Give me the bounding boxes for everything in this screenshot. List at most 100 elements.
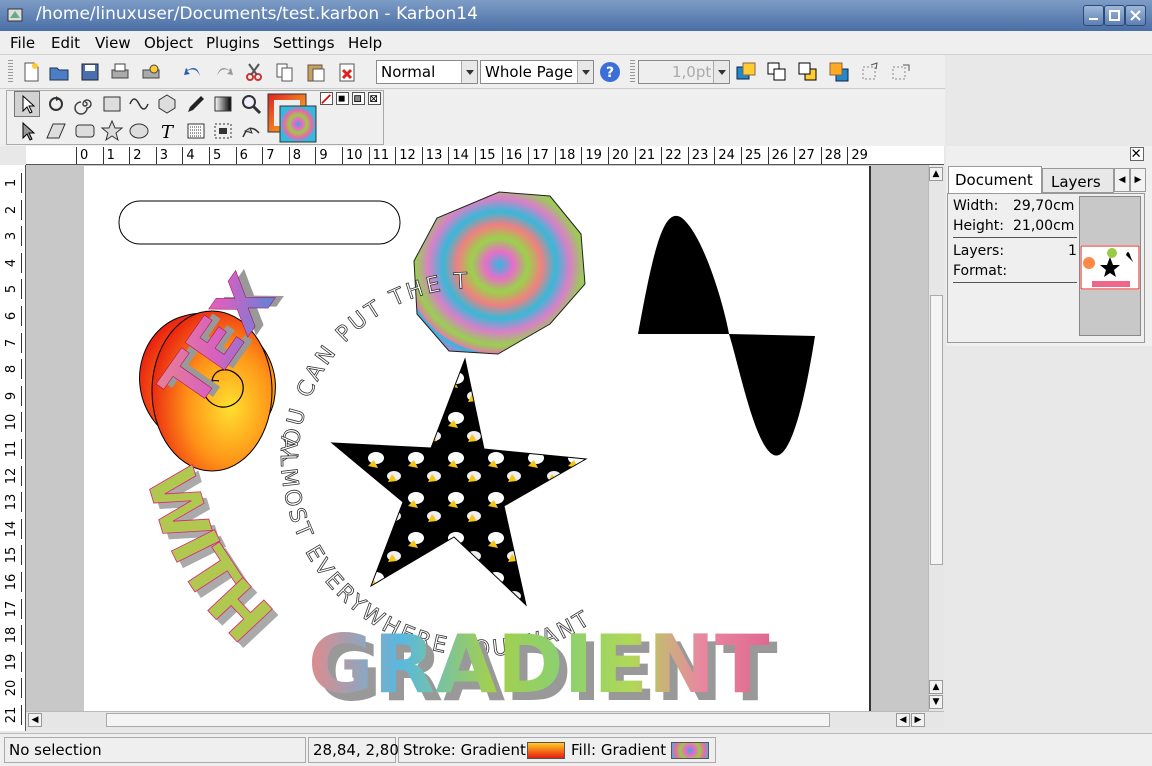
- pattern-tool-icon[interactable]: [183, 118, 209, 144]
- bezier-tool-icon[interactable]: [238, 118, 264, 144]
- tab-scroll-left-icon[interactable]: ◀: [1114, 168, 1130, 192]
- close-docker-icon[interactable]: [1130, 147, 1144, 161]
- help-icon[interactable]: ?: [599, 61, 621, 83]
- horizontal-scroll-thumb[interactable]: [106, 713, 830, 727]
- scroll-right-icon[interactable]: ▶: [911, 713, 925, 727]
- scroll-down-icon[interactable]: ▼: [929, 695, 943, 709]
- copy-icon[interactable]: [274, 61, 296, 83]
- patterned-star-shape[interactable]: [330, 357, 588, 607]
- sine-wave-top-shape[interactable]: [638, 215, 729, 334]
- shear-tool-icon[interactable]: [43, 118, 69, 144]
- stroke-gradient-swatch[interactable]: [527, 742, 565, 759]
- selection-status: No selection: [4, 737, 306, 763]
- zoom-tool-icon[interactable]: [238, 91, 264, 117]
- close-button[interactable]: [1125, 5, 1146, 26]
- lower-icon[interactable]: [797, 61, 819, 83]
- title-bar: /home/linuxuser/Documents/test.karbon - …: [0, 0, 1152, 31]
- fill-gradient-swatch[interactable]: [671, 742, 709, 759]
- toolbar-grip[interactable]: [630, 60, 635, 84]
- document-page[interactable]: YOU CAN PUT THE TEXT ALMOST EVERYWHERE Y…: [74, 165, 871, 711]
- node-edit-tool-icon[interactable]: [14, 118, 40, 144]
- redo-icon[interactable]: [213, 61, 235, 83]
- ruler-tick-label: 23: [687, 147, 708, 164]
- ruler-tick-label: 21: [634, 147, 655, 164]
- ruler-tick-label: 10: [342, 147, 363, 164]
- canvas-area[interactable]: YOU CAN PUT THE TEXT ALMOST EVERYWHERE Y…: [26, 165, 928, 711]
- vertical-scrollbar[interactable]: ▲ ▲ ▼: [928, 165, 944, 711]
- save-icon[interactable]: [79, 61, 101, 83]
- new-document-icon[interactable]: [20, 61, 42, 83]
- pattern-mode-icon[interactable]: [368, 92, 381, 105]
- menu-help[interactable]: Help: [348, 34, 382, 52]
- scroll-up-icon[interactable]: ▲: [929, 167, 943, 181]
- menu-settings[interactable]: Settings: [273, 34, 335, 52]
- toolbar-grip[interactable]: [8, 60, 13, 84]
- document-thumbnail[interactable]: [1079, 196, 1141, 336]
- chevron-down-icon: [577, 61, 593, 83]
- drawing-canvas[interactable]: YOU CAN PUT THE TEXT ALMOST EVERYWHERE Y…: [74, 165, 871, 711]
- gradient-mode-icon[interactable]: [352, 92, 365, 105]
- scroll-left-icon[interactable]: ◀: [28, 713, 42, 727]
- solid-color-icon[interactable]: [336, 92, 349, 105]
- tab-document[interactable]: Document: [948, 166, 1042, 193]
- menu-plugins[interactable]: Plugins: [206, 34, 260, 52]
- polygon-tool-icon[interactable]: [154, 91, 180, 117]
- ruler-tick-label: 27: [794, 147, 815, 164]
- sine-wave-bottom-shape[interactable]: [729, 334, 815, 456]
- ruler-tick-label: 0: [76, 147, 88, 164]
- vertical-scroll-thumb[interactable]: [930, 295, 943, 565]
- pencil-tool-icon[interactable]: [183, 91, 209, 117]
- ruler-tick-label: 24: [714, 147, 735, 164]
- raise-icon[interactable]: [766, 61, 788, 83]
- select-nodes-tool-icon[interactable]: [210, 118, 236, 144]
- rounded-rectangle-shape[interactable]: [118, 200, 401, 245]
- scroll-up-icon[interactable]: ▲: [929, 680, 943, 694]
- scroll-left-icon[interactable]: ◀: [896, 713, 910, 727]
- menu-edit[interactable]: Edit: [51, 34, 80, 52]
- document-tab-content: Width: 29,70cm Height: 21,00cm Layers: 1…: [947, 193, 1145, 343]
- delete-icon[interactable]: [336, 61, 358, 83]
- blend-mode-select[interactable]: Normal: [376, 60, 478, 84]
- undo-icon[interactable]: [182, 61, 204, 83]
- select-tool-icon[interactable]: [14, 91, 40, 117]
- karbon-app-icon[interactable]: [6, 6, 24, 24]
- ruler-tick-label: 4: [2, 252, 22, 273]
- stroke-width-spinbox[interactable]: 1,0pt: [638, 60, 730, 84]
- rectangle-tool-icon[interactable]: [99, 91, 125, 117]
- ellipse-tool-icon[interactable]: [126, 118, 152, 144]
- sinus-tool-icon[interactable]: [126, 91, 152, 117]
- menu-view[interactable]: View: [95, 34, 131, 52]
- ruler-tick-label: 18: [2, 625, 22, 646]
- tab-scroll-right-icon[interactable]: ▶: [1130, 168, 1146, 192]
- cut-icon[interactable]: [244, 61, 266, 83]
- text-tool-icon[interactable]: T: [154, 118, 180, 144]
- chevron-down-icon: [713, 61, 729, 83]
- rotate-tool-icon[interactable]: [43, 91, 69, 117]
- tab-layers[interactable]: Layers: [1042, 168, 1114, 193]
- open-icon[interactable]: [48, 61, 70, 83]
- menu-file[interactable]: File: [10, 34, 35, 52]
- paste-icon[interactable]: [305, 61, 327, 83]
- rounded-rect-tool-icon[interactable]: [72, 118, 98, 144]
- spiral-tool-icon[interactable]: [72, 91, 98, 117]
- ruler-tick-label: 15: [475, 147, 496, 164]
- print-preview-icon[interactable]: [140, 61, 162, 83]
- menu-object[interactable]: Object: [144, 34, 193, 52]
- minimize-button[interactable]: [1083, 5, 1104, 26]
- gradient-tool-icon[interactable]: [210, 91, 236, 117]
- bring-to-front-icon[interactable]: [735, 61, 757, 83]
- align-icon[interactable]: [859, 61, 881, 83]
- gradient-word[interactable]: GRADIENT: [308, 618, 770, 711]
- no-color-icon[interactable]: [320, 92, 333, 105]
- zoom-select[interactable]: Whole Page: [480, 60, 594, 84]
- maximize-button[interactable]: [1104, 5, 1125, 26]
- horizontal-scrollbar[interactable]: ◀ ◀ ▶: [26, 711, 944, 728]
- stroke-fill-indicator[interactable]: [266, 92, 318, 144]
- ruler-tick-label: 17: [528, 147, 549, 164]
- ruler-tick-label: 20: [608, 147, 629, 164]
- distribute-icon[interactable]: [889, 61, 911, 83]
- status-bar: No selection 28,84, 2,80 Stroke: Gradien…: [0, 733, 1152, 766]
- print-icon[interactable]: [109, 61, 131, 83]
- send-to-back-icon[interactable]: [828, 61, 850, 83]
- star-tool-icon[interactable]: [99, 118, 125, 144]
